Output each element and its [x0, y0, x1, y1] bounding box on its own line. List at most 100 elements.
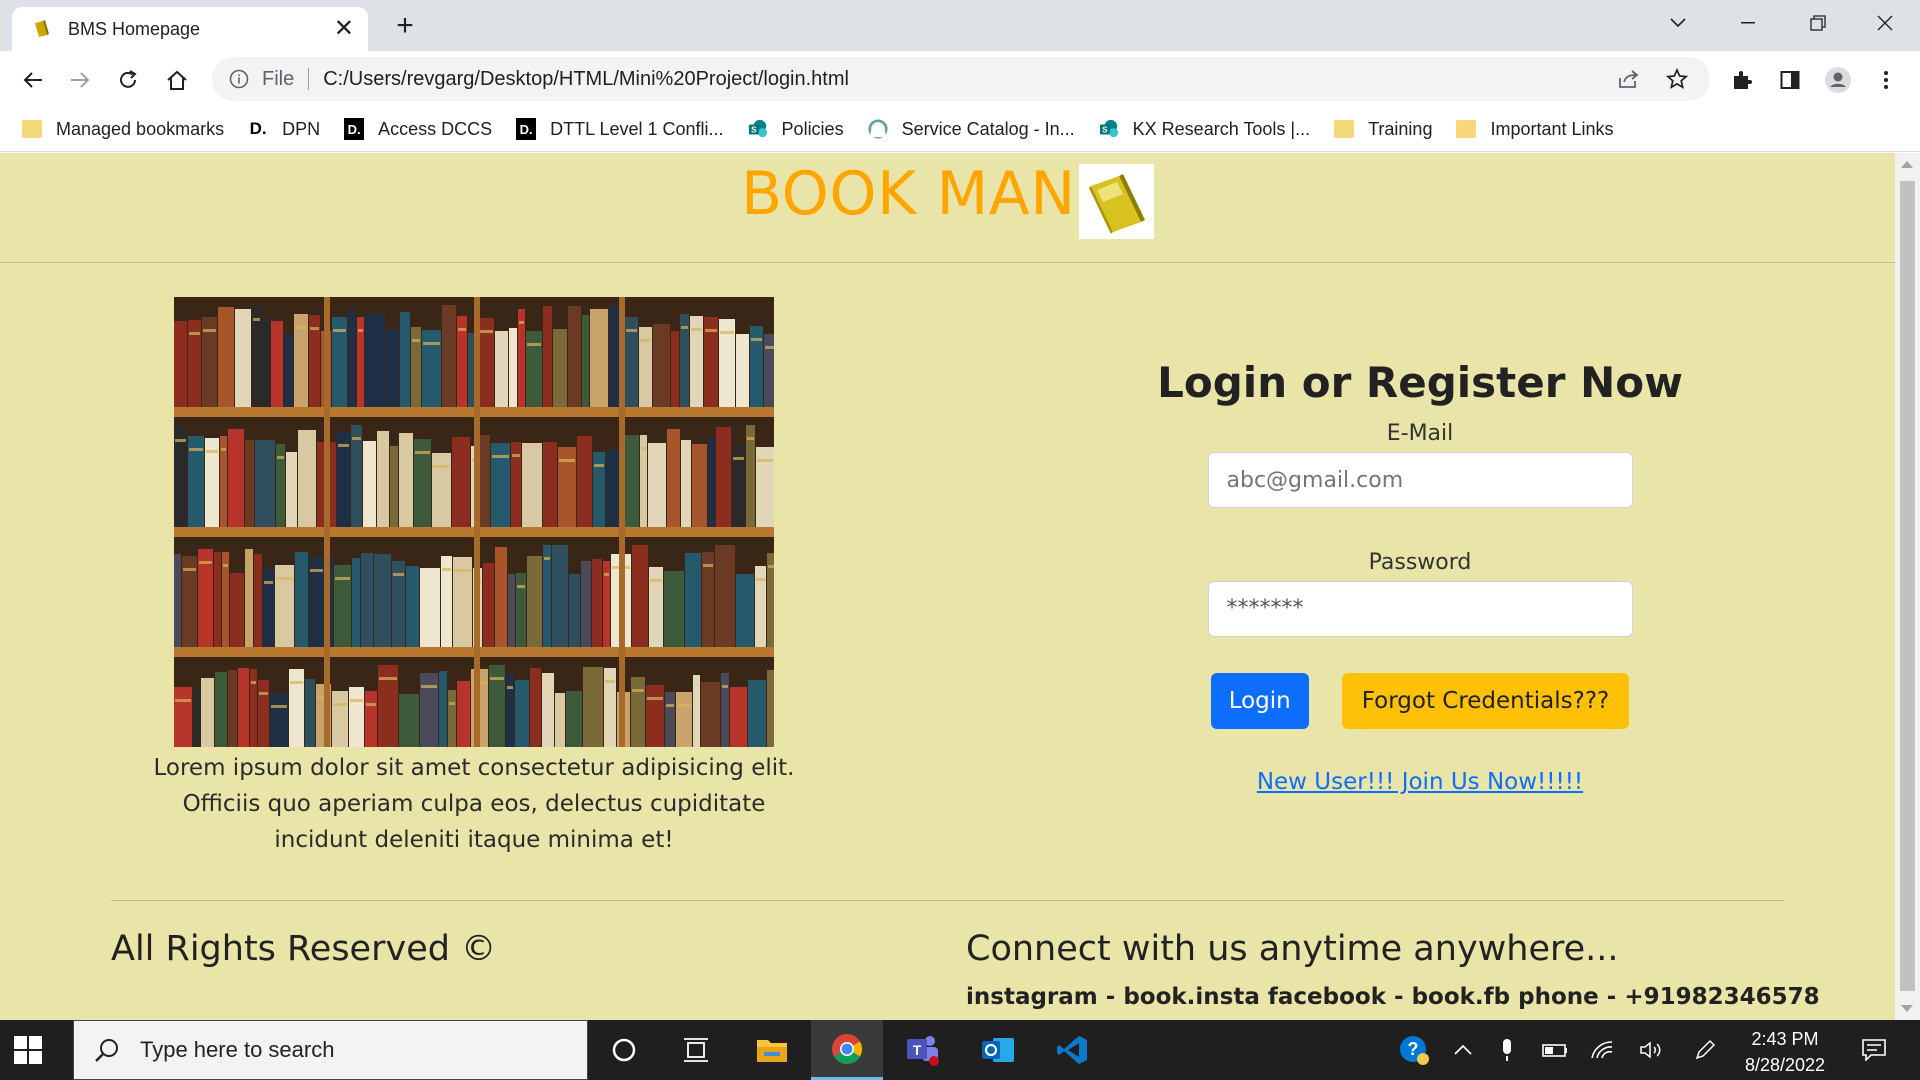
- folder-icon: [22, 119, 42, 139]
- side-panel-button[interactable]: [1773, 63, 1807, 97]
- page-viewport: BOOK MAN Lorem ipsum dolor sit amet cons…: [0, 153, 1895, 1020]
- close-icon: [1877, 15, 1893, 31]
- minimize-icon: [1741, 22, 1755, 24]
- close-window-button[interactable]: [1850, 0, 1920, 46]
- side-panel-icon: [1780, 71, 1800, 89]
- bookshelf-image: [174, 297, 774, 747]
- folder-icon: [1334, 119, 1355, 139]
- d-logo-icon: D.: [249, 119, 267, 138]
- url-text[interactable]: C:/Users/revgarg/Desktop/HTML/Mini%20Pro…: [323, 68, 1614, 91]
- bookmark-managed[interactable]: Managed bookmarks: [22, 119, 224, 140]
- bookmark-access-dccs[interactable]: D. Access DCCS: [344, 118, 493, 140]
- close-tab-icon[interactable]: ✕: [334, 17, 354, 41]
- sharepoint-icon: S: [1099, 119, 1119, 139]
- windows-start-icon[interactable]: [14, 1036, 42, 1064]
- microphone-icon[interactable]: [1492, 1020, 1522, 1080]
- avatar-icon: [1825, 67, 1851, 93]
- tab-title: BMS Homepage: [68, 18, 201, 39]
- bookmark-dpn[interactable]: D. DPN: [248, 118, 321, 140]
- login-form: Login or Register Now E-Mail Password **…: [1150, 353, 1690, 795]
- page-scrollbar[interactable]: [1895, 153, 1920, 1020]
- svg-text:T: T: [913, 1042, 922, 1058]
- browser-tab[interactable]: BMS Homepage ✕: [12, 7, 368, 51]
- profile-button[interactable]: [1821, 63, 1855, 97]
- site-header: BOOK MAN: [0, 153, 1895, 263]
- login-button[interactable]: Login: [1210, 673, 1309, 729]
- scroll-down-icon[interactable]: [1901, 1005, 1913, 1012]
- bookmark-training[interactable]: Training: [1334, 119, 1432, 140]
- book-logo-icon: [1079, 164, 1154, 239]
- service-catalog-icon: [868, 119, 888, 139]
- restore-button[interactable]: [1783, 0, 1853, 46]
- new-tab-button[interactable]: +: [388, 10, 422, 44]
- pen-icon[interactable]: [1690, 1020, 1720, 1080]
- restore-icon: [1810, 15, 1826, 31]
- bookmark-label: DTTL Level 1 Confli...: [550, 118, 724, 139]
- system-clock[interactable]: 2:43 PM 8/28/2022: [1730, 1026, 1840, 1078]
- password-field[interactable]: *******: [1207, 581, 1633, 637]
- chrome-icon[interactable]: [811, 1020, 883, 1080]
- bookmark-label: KX Research Tools |...: [1132, 118, 1311, 139]
- svg-text:S: S: [751, 126, 757, 135]
- help-icon[interactable]: ?: [1394, 1020, 1434, 1080]
- scroll-up-icon[interactable]: [1901, 161, 1913, 168]
- back-button[interactable]: [16, 63, 50, 97]
- minimize-button[interactable]: [1713, 0, 1783, 46]
- taskbar-search[interactable]: Type here to search: [73, 1020, 588, 1080]
- share-icon[interactable]: [1614, 64, 1644, 94]
- search-placeholder: Type here to search: [140, 1037, 335, 1062]
- reload-button[interactable]: [111, 63, 145, 97]
- clock-date: 8/28/2022: [1744, 1055, 1826, 1075]
- forgot-credentials-button[interactable]: Forgot Credentials???: [1341, 673, 1630, 729]
- bookmark-policies[interactable]: S Policies: [748, 119, 844, 140]
- star-icon[interactable]: [1662, 64, 1692, 94]
- join-link[interactable]: New User!!! Join Us Now!!!!!: [1257, 769, 1583, 795]
- wifi-icon[interactable]: [1587, 1020, 1617, 1080]
- menu-button[interactable]: [1869, 63, 1903, 97]
- svg-text:?: ?: [1408, 1039, 1419, 1059]
- password-label: Password: [1368, 550, 1472, 575]
- browser-toolbar: File C:/Users/revgarg/Desktop/HTML/Mini%…: [0, 51, 1920, 107]
- info-icon[interactable]: [228, 68, 250, 90]
- address-bar[interactable]: File C:/Users/revgarg/Desktop/HTML/Mini%…: [212, 57, 1710, 101]
- footer-divider: [111, 900, 1784, 901]
- notification-icon[interactable]: [1854, 1020, 1894, 1080]
- bookmark-dttl[interactable]: D. DTTL Level 1 Confli...: [516, 118, 724, 140]
- chevron-down-icon: [1670, 18, 1686, 28]
- folder-icon: [1456, 119, 1477, 139]
- windows-taskbar: Type here to search T ? 2:43 PM 8/28/202…: [0, 1020, 1920, 1080]
- file-explorer-icon[interactable]: [736, 1020, 808, 1080]
- cortana-icon[interactable]: [588, 1020, 660, 1080]
- chevron-up-icon[interactable]: [1448, 1020, 1478, 1080]
- bookmark-label: Service Catalog - In...: [901, 118, 1075, 139]
- login-actions: Login Forgot Credentials???: [1150, 673, 1690, 729]
- bookmark-service-catalog[interactable]: Service Catalog - In...: [868, 119, 1075, 140]
- extensions-button[interactable]: [1725, 63, 1759, 97]
- forward-button[interactable]: [63, 63, 97, 97]
- more-vertical-icon: [1884, 71, 1888, 89]
- login-title: Login or Register Now: [1157, 358, 1683, 407]
- teams-icon[interactable]: T: [886, 1020, 958, 1080]
- divider: [308, 68, 310, 90]
- bookmark-important-links[interactable]: Important Links: [1456, 119, 1614, 140]
- bookmark-label: DPN: [282, 118, 321, 139]
- email-label: E-Mail: [1386, 421, 1454, 446]
- volume-icon[interactable]: [1636, 1020, 1666, 1080]
- email-field[interactable]: [1207, 452, 1633, 508]
- tab-search-button[interactable]: [1643, 0, 1713, 46]
- scroll-thumb[interactable]: [1900, 181, 1915, 991]
- home-button[interactable]: [160, 63, 194, 97]
- search-icon: [95, 1039, 118, 1062]
- battery-icon[interactable]: [1540, 1020, 1570, 1080]
- d-logo-icon: D.: [344, 118, 365, 140]
- bookmark-kx-research[interactable]: S KX Research Tools |...: [1099, 119, 1310, 140]
- bookmark-label: Access DCCS: [378, 118, 493, 139]
- book-favicon-icon: [35, 20, 49, 37]
- outlook-icon[interactable]: [962, 1020, 1034, 1080]
- hero-caption: Lorem ipsum dolor sit amet consectetur a…: [153, 755, 795, 853]
- task-view-icon[interactable]: [660, 1020, 732, 1080]
- contact-details: instagram - book.insta facebook - book.f…: [966, 984, 1820, 1010]
- bookmarks-bar: Managed bookmarks D. DPN D. Access DCCS …: [0, 107, 1920, 152]
- bookmark-label: Policies: [781, 118, 844, 139]
- vscode-icon[interactable]: [1036, 1020, 1108, 1080]
